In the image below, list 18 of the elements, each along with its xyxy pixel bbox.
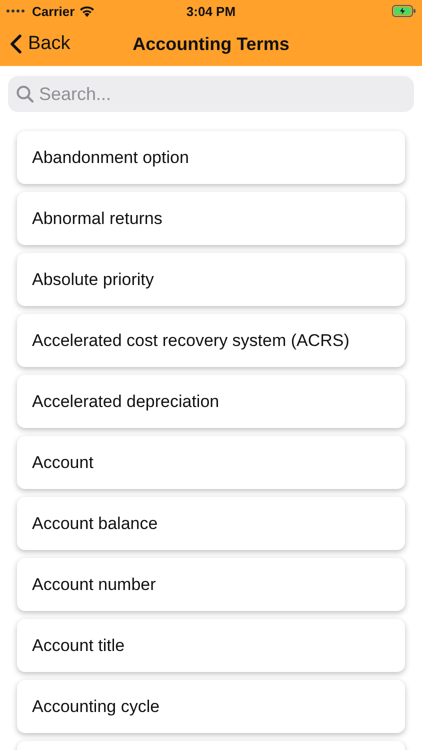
chevron-left-icon (10, 34, 22, 54)
screen-title: Accounting Terms (132, 34, 290, 54)
back-button[interactable]: Back (10, 33, 70, 55)
term-item[interactable]: Account balance (17, 497, 405, 550)
term-item[interactable]: Absolute priority (17, 253, 405, 306)
term-item[interactable]: Abandonment option (17, 131, 405, 184)
search-field[interactable]: Search... (8, 76, 414, 112)
term-item[interactable]: Account (17, 436, 405, 489)
status-time: 3:04 PM (186, 4, 236, 18)
carrier-label: Carrier (32, 4, 75, 18)
term-item[interactable]: Accelerated depreciation (17, 375, 405, 428)
term-item[interactable]: Accelerated cost recovery system (ACRS) (17, 314, 405, 367)
term-item[interactable]: Account number (17, 558, 405, 611)
wifi-icon (78, 5, 95, 17)
term-item[interactable]: Abnormal returns (17, 192, 405, 245)
battery-icon (392, 5, 416, 17)
term-item[interactable]: Account title (17, 619, 405, 672)
term-item[interactable]: Accounting cycle (17, 680, 405, 733)
